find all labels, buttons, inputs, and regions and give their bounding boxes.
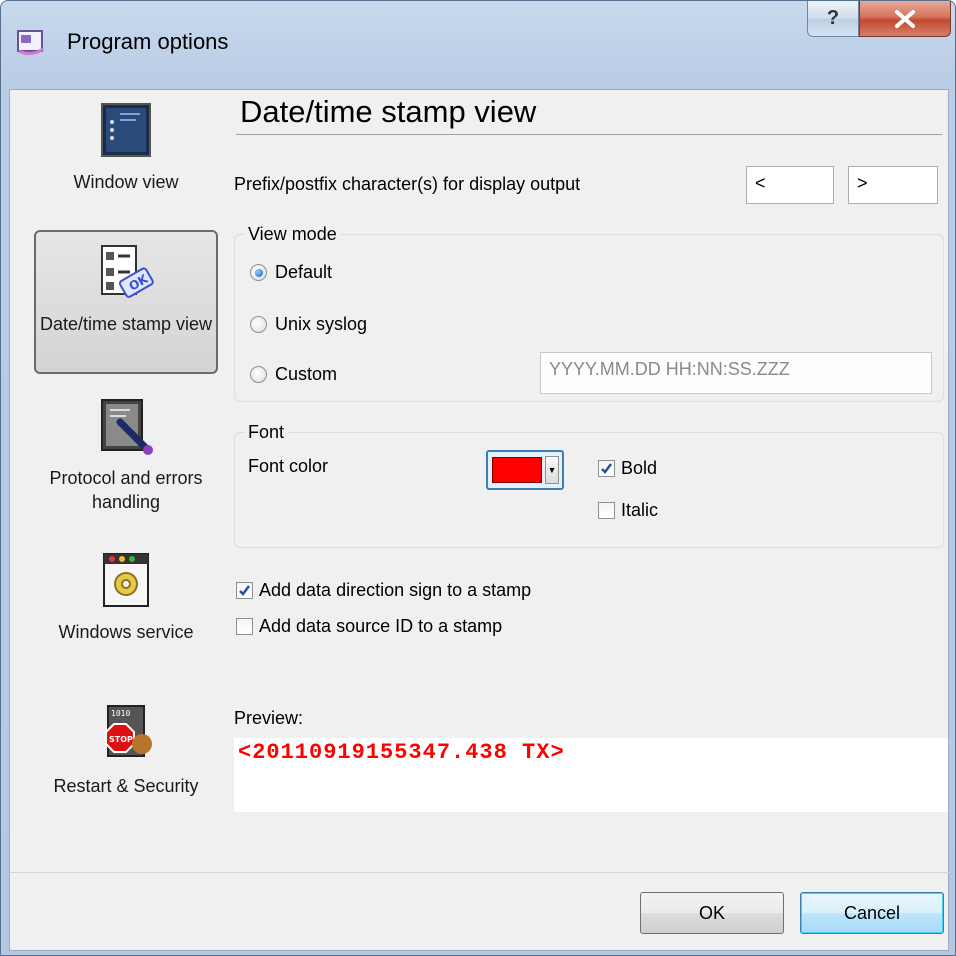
dialog-window: Program options ? Window view OK Date/ti… (0, 0, 956, 956)
page-title: Date/time stamp view (240, 94, 537, 129)
sidebar-item-window-view[interactable]: Window view (34, 100, 218, 208)
checkbox-label: Bold (621, 458, 658, 478)
radio-label: Default (275, 262, 333, 282)
svg-text:STOP: STOP (109, 735, 133, 744)
sidebar-item-label: Window view (73, 172, 179, 192)
sidebar-item-windows-service[interactable]: Windows service (34, 550, 218, 670)
checkbox-indicator (598, 502, 615, 519)
radio-default[interactable]: Default (250, 262, 332, 283)
title-bar[interactable]: Program options ? (1, 1, 956, 89)
radio-indicator (250, 316, 267, 333)
view-mode-title: View mode (244, 224, 341, 245)
help-button[interactable]: ? (807, 1, 859, 37)
checkbox-indicator (236, 618, 253, 635)
svg-text:1010: 1010 (111, 709, 130, 718)
preview-label: Preview: (234, 708, 304, 728)
checkmark-icon (601, 463, 612, 474)
title-divider (236, 134, 942, 135)
font-color-label: Font color (248, 456, 329, 476)
restart-security-icon: 1010 STOP (96, 704, 156, 764)
radio-indicator (250, 264, 267, 281)
sidebar-item-label: Date/time stamp view (39, 314, 213, 334)
datetime-stamp-icon: OK (96, 242, 156, 302)
font-color-swatch (492, 457, 542, 483)
window-view-icon (96, 100, 156, 160)
ok-button[interactable]: OK (640, 892, 784, 934)
checkmark-icon (239, 585, 250, 596)
help-icon: ? (826, 7, 840, 29)
source-id-checkbox[interactable]: Add data source ID to a stamp (236, 616, 502, 637)
sidebar-item-restart-security[interactable]: 1010 STOP Restart & Security (34, 704, 218, 824)
close-button[interactable] (859, 1, 951, 37)
checkbox-label: Add data direction sign to a stamp (259, 580, 532, 600)
window-title: Program options (67, 29, 229, 54)
options-sidebar: Window view OK Date/time stamp view Prot… (10, 90, 238, 862)
dialog-client-area: Window view OK Date/time stamp view Prot… (9, 89, 950, 951)
sidebar-item-protocol-errors[interactable]: Protocol and errors handling (34, 396, 218, 516)
app-icon (17, 30, 44, 56)
prefix-input[interactable]: < (746, 166, 834, 204)
checkbox-label: Add data source ID to a stamp (259, 616, 503, 636)
bold-checkbox[interactable]: Bold (598, 458, 657, 479)
checkbox-indicator (598, 460, 615, 477)
preview-text: <20110919155347.438 TX> (238, 740, 565, 765)
close-icon (895, 9, 915, 28)
radio-label: Unix syslog (275, 314, 368, 334)
sidebar-item-datetime-stamp-view[interactable]: OK Date/time stamp view (34, 230, 218, 374)
chevron-down-icon[interactable]: ▼ (545, 456, 559, 484)
checkbox-indicator (236, 582, 253, 599)
cancel-button[interactable]: Cancel (800, 892, 944, 934)
button-bar-divider (10, 872, 950, 873)
sidebar-item-label: Windows service (58, 622, 194, 642)
radio-indicator (250, 366, 267, 383)
protocol-errors-icon (96, 396, 156, 456)
sidebar-item-label: Protocol and errors handling (49, 468, 203, 512)
radio-label: Custom (275, 364, 338, 384)
custom-format-input[interactable]: YYYY.MM.DD HH:NN:SS.ZZZ (540, 352, 932, 394)
radio-unix-syslog[interactable]: Unix syslog (250, 314, 367, 335)
font-group-title: Font (244, 422, 289, 443)
direction-sign-checkbox[interactable]: Add data direction sign to a stamp (236, 580, 531, 601)
windows-service-icon (96, 550, 156, 610)
checkbox-label: Italic (621, 500, 659, 520)
font-group (234, 432, 944, 548)
font-color-picker[interactable]: ▼ (486, 450, 564, 490)
postfix-input[interactable]: > (848, 166, 938, 204)
radio-custom[interactable]: Custom (250, 364, 337, 385)
italic-checkbox[interactable]: Italic (598, 500, 658, 521)
preview-box: <20110919155347.438 TX> (234, 738, 948, 812)
sidebar-item-label: Restart & Security (53, 776, 199, 796)
prefix-postfix-label: Prefix/postfix character(s) for display … (234, 174, 581, 194)
